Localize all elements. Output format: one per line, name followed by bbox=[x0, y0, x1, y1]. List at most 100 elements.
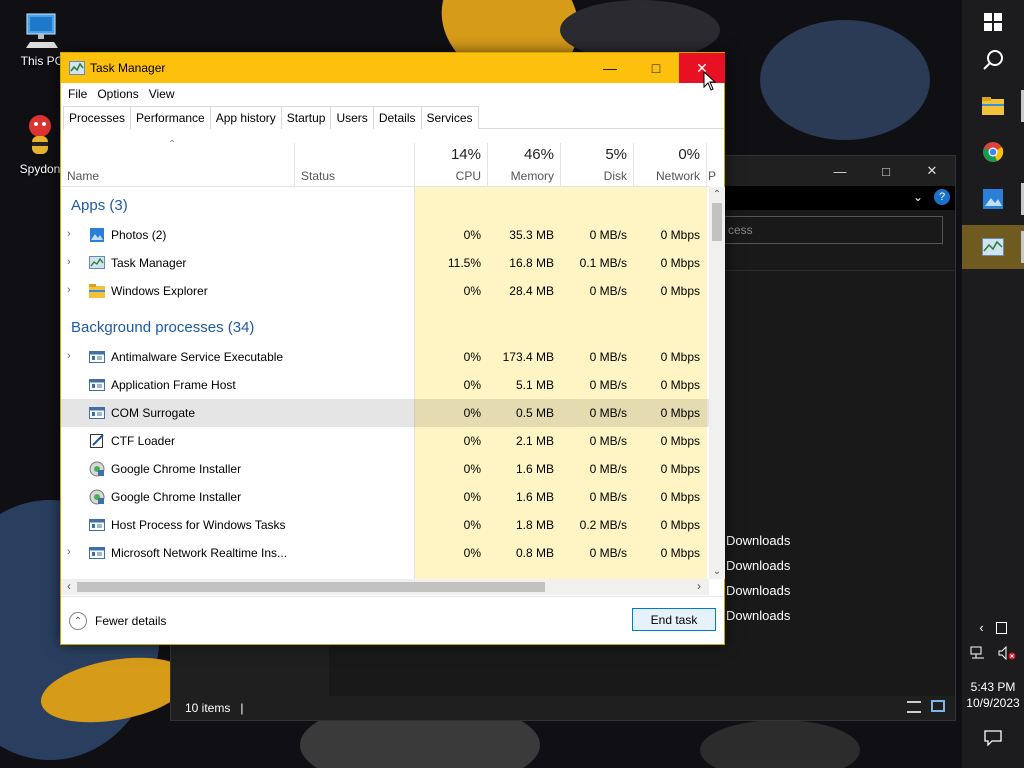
table-row[interactable]: › Photos (2) 0% 35.3 MB 0 MB/s 0 Mbps bbox=[61, 221, 709, 249]
tab-startup[interactable]: Startup bbox=[280, 106, 332, 129]
cpu-value: 0% bbox=[463, 228, 481, 242]
memory-value: 35.3 MB bbox=[509, 228, 554, 242]
table-row[interactable]: › Antimalware Service Executable 0% 173.4 M… bbox=[61, 343, 709, 371]
memory-value: 0.8 MB bbox=[515, 546, 554, 560]
tab-performance[interactable]: Performance bbox=[130, 106, 211, 129]
explorer-close-button[interactable]: ✕ bbox=[909, 156, 955, 186]
computer-icon bbox=[26, 13, 58, 48]
column-header-power[interactable]: P bbox=[707, 143, 717, 187]
table-row[interactable]: Application Frame Host 0% 5.1 MB 0 MB/s 0 Mb… bbox=[61, 371, 709, 399]
scroll-right-arrow-icon[interactable]: › bbox=[691, 579, 707, 593]
memory-value: 1.8 MB bbox=[515, 518, 554, 532]
list-item[interactable]: Downloads bbox=[726, 533, 790, 548]
tab-users[interactable]: Users bbox=[330, 106, 374, 129]
task-manager-window[interactable]: Task Manager — □ ✕ File Options View Pro… bbox=[60, 52, 725, 645]
close-button[interactable]: ✕ bbox=[679, 53, 725, 83]
process-name: Antimalware Service Executable bbox=[111, 350, 284, 364]
scrollbar-thumb[interactable] bbox=[77, 582, 545, 592]
taskbar-clock[interactable]: 5:43 PM 10/9/2023 bbox=[962, 679, 1024, 711]
table-row[interactable]: Google Chrome Installer 0% 1.6 MB 0 MB/s 0 M… bbox=[61, 455, 709, 483]
column-header-memory[interactable]: 46% Memory bbox=[488, 143, 561, 187]
table-row[interactable]: › Windows Explorer 0% 28.4 MB 0 MB/s 0 Mbps bbox=[61, 277, 709, 305]
task-manager-footer: ⌃ Fewer details End task bbox=[61, 596, 724, 644]
tray-row-top: ‹ bbox=[962, 620, 1024, 635]
scrollbar-thumb[interactable] bbox=[712, 203, 722, 241]
search-icon bbox=[983, 50, 1003, 70]
windows-logo-icon bbox=[984, 13, 1002, 31]
process-name: Windows Explorer bbox=[111, 284, 208, 298]
taskbar-photos[interactable] bbox=[962, 177, 1024, 221]
menu-file[interactable]: File bbox=[63, 83, 92, 105]
expand-chevron-icon[interactable]: › bbox=[67, 546, 71, 558]
cpu-value: 0% bbox=[463, 406, 481, 420]
show-hidden-icons-button[interactable]: ‹ bbox=[979, 620, 983, 635]
process-name: COM Surrogate bbox=[111, 406, 196, 420]
expand-chevron-icon[interactable]: › bbox=[67, 284, 71, 296]
taskbar-chrome[interactable] bbox=[962, 130, 1024, 174]
list-item[interactable]: Downloads bbox=[726, 583, 790, 598]
explorer-maximize-button[interactable]: □ bbox=[863, 156, 909, 186]
table-row[interactable]: Host Process for Windows Tasks 0% 1.8 MB 0.… bbox=[61, 511, 709, 539]
taskbar-task-manager[interactable] bbox=[962, 225, 1024, 269]
table-row[interactable]: COM Surrogate 0% 0.5 MB 0 MB/s 0 Mbps bbox=[61, 399, 709, 427]
tab-processes[interactable]: Processes bbox=[63, 106, 132, 130]
memory-value: 173.4 MB bbox=[502, 350, 554, 364]
tab-app-history[interactable]: App history bbox=[209, 106, 282, 129]
process-name: Host Process for Windows Tasks bbox=[111, 518, 286, 532]
memory-value: 2.1 MB bbox=[515, 434, 554, 448]
minimize-button[interactable]: — bbox=[587, 53, 633, 83]
column-header-status[interactable]: Status bbox=[295, 143, 415, 187]
explorer-minimize-button[interactable]: — bbox=[817, 156, 863, 186]
sort-ascending-icon: ⌃ bbox=[168, 139, 177, 150]
search-button[interactable] bbox=[962, 38, 1024, 82]
scroll-down-arrow-icon[interactable]: ⌄ bbox=[709, 566, 725, 577]
group-header-background-processes[interactable]: Background processes (34) bbox=[61, 315, 709, 343]
table-row[interactable]: › Task Manager 11.5% 16.8 MB 0.1 MB/s 0 Mbps bbox=[61, 249, 709, 277]
expand-chevron-icon[interactable]: › bbox=[67, 350, 71, 362]
column-header-disk[interactable]: 5% Disk bbox=[561, 143, 634, 187]
menu-view[interactable]: View bbox=[144, 83, 180, 105]
list-item[interactable]: Downloads bbox=[726, 558, 790, 573]
table-row[interactable]: › Microsoft Network Realtime Ins... 0% 0.8 … bbox=[61, 539, 709, 567]
disk-value: 0.1 MB/s bbox=[579, 256, 627, 270]
expand-chevron-icon[interactable]: › bbox=[67, 256, 71, 268]
explorer-status-bar: 10 items | bbox=[171, 696, 955, 720]
task-manager-title-bar[interactable]: Task Manager — □ ✕ bbox=[61, 53, 725, 91]
window-title: Task Manager bbox=[90, 61, 166, 75]
help-icon[interactable]: ? bbox=[934, 189, 950, 205]
list-item[interactable]: Downloads bbox=[726, 608, 790, 623]
end-task-button[interactable]: End task bbox=[632, 608, 716, 631]
column-header-network[interactable]: 0% Network bbox=[634, 143, 707, 187]
details-view-icon[interactable] bbox=[907, 701, 921, 713]
tab-services[interactable]: Services bbox=[420, 106, 479, 129]
network-value: 0 Mbps bbox=[660, 378, 700, 392]
large-icons-view-icon[interactable] bbox=[931, 700, 945, 712]
action-center-button[interactable] bbox=[962, 716, 1024, 760]
explorer-search-input[interactable]: cess bbox=[719, 216, 943, 244]
maximize-button[interactable]: □ bbox=[633, 53, 679, 83]
group-header-apps[interactable]: Apps (3) bbox=[61, 193, 709, 221]
tab-details[interactable]: Details bbox=[372, 106, 422, 129]
table-row[interactable]: CTF Loader 0% 2.1 MB 0 MB/s 0 Mbps bbox=[61, 427, 709, 455]
scroll-left-arrow-icon[interactable]: ‹ bbox=[61, 579, 77, 593]
desktop-icon-label: This PC bbox=[20, 54, 64, 68]
volume-muted-icon[interactable] bbox=[998, 646, 1016, 660]
disk-value: 0 MB/s bbox=[589, 350, 627, 364]
expand-chevron-icon[interactable]: › bbox=[67, 228, 71, 240]
cpu-value: 11.5% bbox=[447, 256, 481, 270]
disk-value: 0 MB/s bbox=[589, 462, 627, 476]
chevron-down-icon[interactable]: ⌄ bbox=[913, 190, 923, 204]
clock-date: 10/9/2023 bbox=[966, 696, 1020, 710]
table-row[interactable]: Google Chrome Installer 0% 1.6 MB 0 MB/s 0 M… bbox=[61, 483, 709, 511]
column-header-name[interactable]: ⌃ Name bbox=[61, 139, 295, 187]
column-header-cpu[interactable]: 14% CPU bbox=[415, 143, 488, 187]
horizontal-scrollbar[interactable]: ‹ › bbox=[61, 579, 709, 595]
tablet-mode-icon[interactable] bbox=[995, 622, 1007, 634]
taskbar-file-explorer[interactable] bbox=[962, 84, 1024, 128]
network-icon[interactable] bbox=[970, 646, 986, 660]
fewer-details-button[interactable]: ⌃ Fewer details bbox=[69, 612, 166, 630]
scroll-up-arrow-icon[interactable]: ⌃ bbox=[709, 189, 725, 200]
vertical-scrollbar[interactable]: ⌃ ⌄ bbox=[709, 187, 725, 579]
menu-options[interactable]: Options bbox=[92, 83, 143, 105]
service-icon bbox=[89, 377, 105, 393]
